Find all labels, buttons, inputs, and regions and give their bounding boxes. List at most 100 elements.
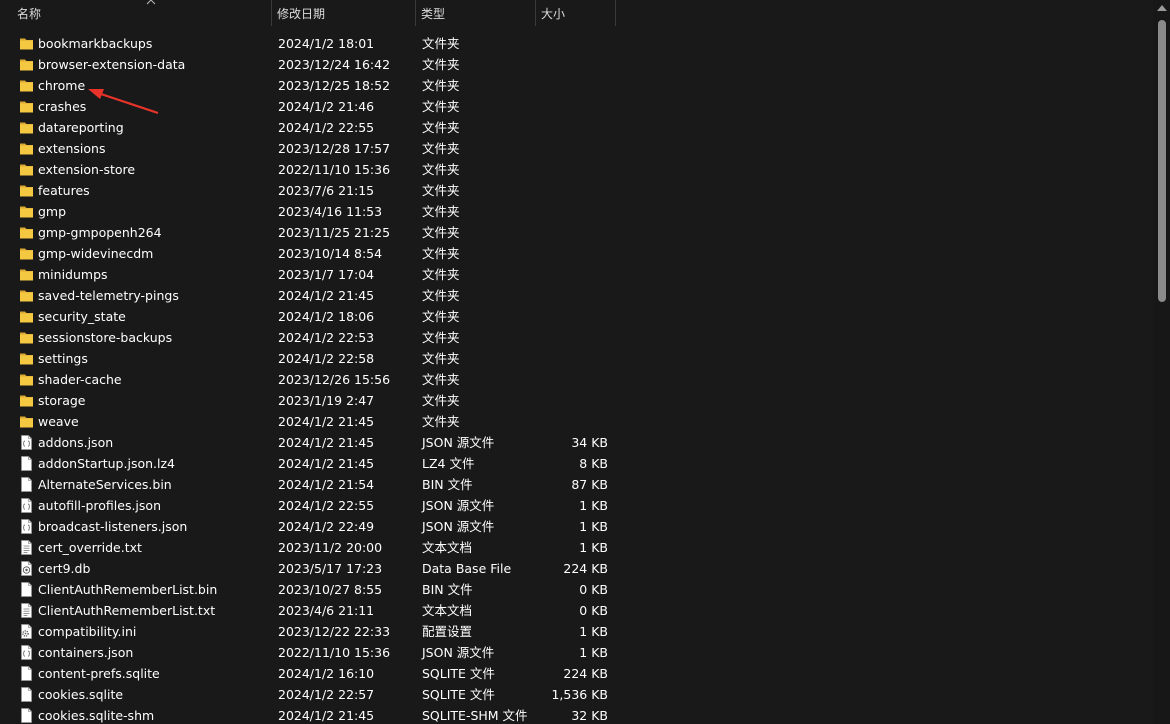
file-row[interactable]: cert_override.txt 2023/11/2 20:00 文本文档 1 KB: [0, 537, 1152, 558]
scroll-up-icon[interactable]: [1157, 5, 1167, 11]
file-modified-date: 2024/1/2 16:10: [278, 666, 375, 681]
file-size: 0 KB: [579, 603, 608, 618]
file-row[interactable]: ClientAuthRememberList.txt 2023/4/6 21:11…: [0, 600, 1152, 621]
file-size: 32 KB: [571, 708, 608, 723]
file-name: extensions: [38, 141, 106, 156]
file-type: 文件夹: [422, 288, 460, 303]
column-header-name[interactable]: 名称: [10, 0, 272, 26]
file-row[interactable]: cookies.sqlite 2024/1/2 22:57 SQLITE 文件 1,5…: [0, 684, 1152, 705]
file-icon: [19, 582, 34, 597]
file-row[interactable]: gmp-gmpopenh264 2023/11/25 21:25 文件夹: [0, 222, 1152, 243]
file-size: 224 KB: [563, 561, 608, 576]
scrollbar-thumb[interactable]: [1158, 20, 1166, 302]
file-name: chrome: [38, 78, 86, 93]
file-explorer-window: 名称 修改日期 类型 大小 bookmarkbackups 2024/1/2 18…: [0, 0, 1170, 724]
column-header-name-label: 名称: [17, 7, 42, 21]
folder-icon: [19, 372, 34, 387]
file-row[interactable]: extension-store 2022/11/10 15:36 文件夹: [0, 159, 1152, 180]
file-type: 文件夹: [422, 204, 460, 219]
file-row[interactable]: settings 2024/1/2 22:58 文件夹: [0, 348, 1152, 369]
folder-icon: [19, 120, 34, 135]
file-row[interactable]: cert9.db 2023/5/17 17:23 Data Base File 224…: [0, 558, 1152, 579]
file-row[interactable]: gmp-widevinecdm 2023/10/14 8:54 文件夹: [0, 243, 1152, 264]
folder-icon: [19, 78, 34, 93]
file-name: sessionstore-backups: [38, 330, 173, 345]
file-row[interactable]: browser-extension-data 2023/12/24 16:42 文件…: [0, 54, 1152, 75]
file-row[interactable]: bookmarkbackups 2024/1/2 18:01 文件夹: [0, 33, 1152, 54]
file-list: bookmarkbackups 2024/1/2 18:01 文件夹 browser-…: [0, 33, 1152, 724]
file-name: cookies.sqlite-shm: [38, 708, 155, 723]
file-name: storage: [38, 393, 86, 408]
vertical-scrollbar[interactable]: [1153, 0, 1170, 724]
file-row[interactable]: shader-cache 2023/12/26 15:56 文件夹: [0, 369, 1152, 390]
file-row[interactable]: addonStartup.json.lz4 2024/1/2 21:45 LZ4 文…: [0, 453, 1152, 474]
file-name: gmp: [38, 204, 67, 219]
file-type: JSON 源文件: [422, 435, 495, 450]
file-row[interactable]: weave 2024/1/2 21:45 文件夹: [0, 411, 1152, 432]
column-header-type[interactable]: 类型: [415, 0, 536, 26]
file-row[interactable]: ClientAuthRememberList.bin 2023/10/27 8:5…: [0, 579, 1152, 600]
folder-icon: [19, 162, 34, 177]
file-icon: [19, 687, 34, 702]
file-modified-date: 2022/11/10 15:36: [278, 162, 391, 177]
file-type: 文件夹: [422, 120, 460, 135]
file-type: 文件夹: [422, 183, 460, 198]
folder-icon: [19, 267, 34, 282]
file-modified-date: 2024/1/2 21:45: [278, 435, 375, 450]
file-name: containers.json: [38, 645, 134, 660]
file-row[interactable]: features 2023/7/6 21:15 文件夹: [0, 180, 1152, 201]
file-name: datareporting: [38, 120, 124, 135]
file-row[interactable]: gmp 2023/4/16 11:53 文件夹: [0, 201, 1152, 222]
database-file-icon: [19, 561, 34, 576]
file-type: 文本文档: [422, 540, 473, 555]
file-modified-date: 2023/11/2 20:00: [278, 540, 383, 555]
file-type: 文件夹: [422, 225, 460, 240]
file-size: 8 KB: [579, 456, 608, 471]
folder-icon: [19, 393, 34, 408]
file-row[interactable]: chrome 2023/12/25 18:52 文件夹: [0, 75, 1152, 96]
file-name: addonStartup.json.lz4: [38, 456, 175, 471]
file-type: 文件夹: [422, 141, 460, 156]
file-modified-date: 2024/1/2 21:45: [278, 456, 375, 471]
file-modified-date: 2022/11/10 15:36: [278, 645, 391, 660]
file-name: gmp-widevinecdm: [38, 246, 154, 261]
column-header-date-label: 修改日期: [277, 7, 326, 21]
file-row[interactable]: addons.json 2024/1/2 21:45 JSON 源文件 34 KB: [0, 432, 1152, 453]
file-row[interactable]: cookies.sqlite-shm 2024/1/2 21:45 SQLITE-S…: [0, 705, 1152, 724]
file-modified-date: 2023/12/24 16:42: [278, 57, 391, 72]
file-name: saved-telemetry-pings: [38, 288, 179, 303]
column-header-size[interactable]: 大小: [535, 0, 616, 26]
file-row[interactable]: security_state 2024/1/2 18:06 文件夹: [0, 306, 1152, 327]
file-row[interactable]: compatibility.ini 2023/12/22 22:33 配置设置 1 K…: [0, 621, 1152, 642]
file-type: SQLITE-SHM 文件: [422, 708, 528, 723]
file-row[interactable]: broadcast-listeners.json 2024/1/2 22:49 JS…: [0, 516, 1152, 537]
file-type: 配置设置: [422, 624, 473, 639]
file-row[interactable]: minidumps 2023/1/7 17:04 文件夹: [0, 264, 1152, 285]
file-row[interactable]: crashes 2024/1/2 21:46 文件夹: [0, 96, 1152, 117]
file-modified-date: 2024/1/2 22:55: [278, 498, 375, 513]
file-row[interactable]: datareporting 2024/1/2 22:55 文件夹: [0, 117, 1152, 138]
folder-icon: [19, 246, 34, 261]
column-header-date[interactable]: 修改日期: [271, 0, 416, 26]
file-row[interactable]: storage 2023/1/19 2:47 文件夹: [0, 390, 1152, 411]
sort-ascending-icon: [146, 0, 156, 5]
file-row[interactable]: sessionstore-backups 2024/1/2 22:53 文件夹: [0, 327, 1152, 348]
file-size: 1,536 KB: [551, 687, 608, 702]
text-file-icon: [19, 603, 34, 618]
json-file-icon: [19, 435, 34, 450]
file-row[interactable]: containers.json 2022/11/10 15:36 JSON 源文件 1…: [0, 642, 1152, 663]
file-name: addons.json: [38, 435, 114, 450]
json-file-icon: [19, 519, 34, 534]
file-row[interactable]: autofill-profiles.json 2024/1/2 22:55 JSON…: [0, 495, 1152, 516]
file-row[interactable]: saved-telemetry-pings 2024/1/2 21:45 文件夹: [0, 285, 1152, 306]
file-type: 文件夹: [422, 393, 460, 408]
file-type: JSON 源文件: [422, 519, 495, 534]
folder-icon: [19, 36, 34, 51]
file-row[interactable]: extensions 2023/12/28 17:57 文件夹: [0, 138, 1152, 159]
file-row[interactable]: content-prefs.sqlite 2024/1/2 16:10 SQLITE…: [0, 663, 1152, 684]
file-modified-date: 2024/1/2 21:45: [278, 288, 375, 303]
file-name: settings: [38, 351, 88, 366]
file-row[interactable]: AlternateServices.bin 2024/1/2 21:54 BIN 文…: [0, 474, 1152, 495]
folder-icon: [19, 288, 34, 303]
file-type: SQLITE 文件: [422, 687, 495, 702]
